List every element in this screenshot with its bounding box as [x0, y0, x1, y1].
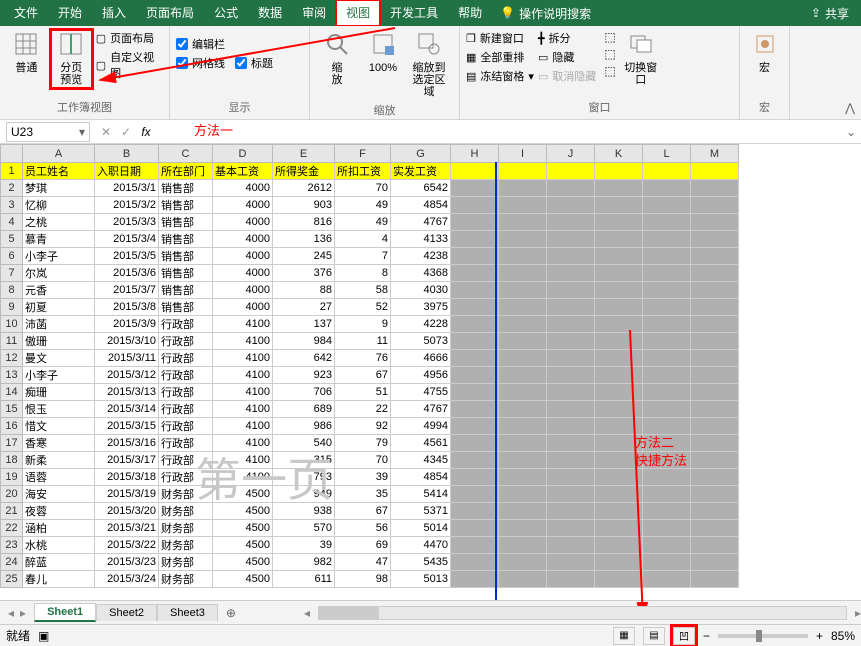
- hide-icon: ▭: [538, 51, 548, 64]
- custom-views-icon: ▢: [96, 59, 106, 72]
- horizontal-scrollbar[interactable]: [318, 606, 847, 620]
- share-button[interactable]: ⇪ 共享: [803, 5, 857, 22]
- tab-data[interactable]: 数据: [248, 0, 292, 26]
- switch-windows-icon: [627, 32, 655, 60]
- share-icon: ⇪: [811, 6, 821, 20]
- arrange-all-button[interactable]: ▦全部重排: [466, 49, 534, 65]
- zoom-selection-button[interactable]: 缩放到 选定区域: [408, 30, 450, 100]
- zoom-label: 缩 放: [332, 62, 343, 86]
- sheet-tab-bar: ◂ ▸ Sheet1 Sheet2 Sheet3 ⊕ ◂ ▸: [0, 600, 861, 624]
- unhide-button: ▭取消隐藏: [538, 68, 596, 84]
- ribbon: 普通 分页 预览 ▢页面布局 ▢自定义视图 工作簿视图 编辑栏 网格线 标题: [0, 26, 861, 120]
- annotation-method2: 方法二 快捷方法: [635, 434, 687, 470]
- hide-button[interactable]: ▭隐藏: [538, 49, 596, 65]
- zoom-100-button[interactable]: 100%: [362, 30, 404, 76]
- group-label-window: 窗口: [466, 99, 733, 115]
- arrange-icon: ▦: [466, 51, 476, 64]
- status-bar: 就绪 ▣ ▦ ▤ 凹 − + 85%: [0, 624, 861, 646]
- sheet-tab-1[interactable]: Sheet1: [34, 603, 96, 622]
- name-box[interactable]: U23 ▾: [6, 122, 90, 142]
- expand-formula-bar-icon[interactable]: ⌄: [841, 125, 861, 139]
- page-break-preview-button[interactable]: 分页 预览: [51, 30, 92, 88]
- share-label: 共享: [825, 5, 849, 22]
- compare-icon[interactable]: ⬚: [604, 30, 615, 44]
- zoom-in-button[interactable]: +: [816, 629, 823, 643]
- new-window-button[interactable]: ❐新建窗口: [466, 30, 534, 46]
- page-layout-button[interactable]: ▢页面布局: [96, 30, 163, 46]
- fx-button[interactable]: fx: [136, 125, 156, 139]
- split-button[interactable]: ╋拆分: [538, 30, 596, 46]
- scroll-right-icon[interactable]: ▸: [855, 606, 861, 620]
- sync-scroll-icon[interactable]: ⬚: [604, 47, 615, 61]
- zoom-out-button[interactable]: −: [703, 629, 710, 643]
- page-break-icon: [57, 32, 85, 60]
- formula-bar: U23 ▾ ✕ ✓ fx ⌄: [0, 120, 861, 144]
- normal-view-button[interactable]: 普通: [6, 30, 47, 76]
- hundred-icon: [369, 32, 397, 60]
- tab-developer[interactable]: 开发工具: [380, 0, 448, 26]
- tab-page-layout[interactable]: 页面布局: [136, 0, 204, 26]
- chevron-down-icon[interactable]: ▾: [79, 125, 85, 139]
- lightbulb-icon: 💡: [500, 6, 515, 20]
- magnifier-icon: [323, 32, 351, 60]
- group-label-macros: 宏: [746, 99, 783, 115]
- page-break-line[interactable]: [495, 162, 497, 600]
- enter-formula-button[interactable]: ✓: [116, 125, 136, 139]
- sheet-tab-3[interactable]: Sheet3: [157, 604, 218, 621]
- zoom-selection-label: 缩放到 选定区域: [410, 62, 448, 98]
- macros-button[interactable]: 宏: [746, 30, 783, 76]
- name-box-value: U23: [11, 125, 33, 139]
- sheet-tab-2[interactable]: Sheet2: [96, 604, 157, 621]
- group-label-show: 显示: [176, 99, 303, 115]
- freeze-icon: ▤: [466, 70, 476, 83]
- zoom-selection-icon: [415, 32, 443, 60]
- tab-help[interactable]: 帮助: [448, 0, 492, 26]
- tab-file[interactable]: 文件: [4, 0, 48, 26]
- zoom-slider[interactable]: [718, 634, 808, 638]
- switch-windows-button[interactable]: 切换窗口: [620, 30, 662, 88]
- annotation-method1: 方法一: [194, 120, 233, 139]
- freeze-panes-button[interactable]: ▤冻结窗格 ▾: [466, 68, 534, 84]
- view-page-layout-button[interactable]: ▤: [643, 627, 665, 645]
- switch-windows-label: 切换窗口: [622, 62, 660, 86]
- tab-view[interactable]: 视图: [336, 0, 380, 26]
- tab-insert[interactable]: 插入: [92, 0, 136, 26]
- zoom-button[interactable]: 缩 放: [316, 30, 358, 88]
- sheet-nav-next[interactable]: ▸: [20, 606, 26, 620]
- formula-bar-checkbox[interactable]: 编辑栏: [176, 36, 273, 52]
- tell-me[interactable]: 💡 操作说明搜索: [492, 5, 599, 22]
- scroll-left-icon[interactable]: ◂: [304, 606, 310, 620]
- macro-record-icon[interactable]: ▣: [38, 629, 49, 643]
- tab-home[interactable]: 开始: [48, 0, 92, 26]
- grid-icon: [12, 32, 40, 60]
- reset-window-icon[interactable]: ⬚: [604, 64, 615, 78]
- menu-bar: 文件 开始 插入 页面布局 公式 数据 审阅 视图 开发工具 帮助 💡 操作说明…: [0, 0, 861, 26]
- group-label-zoom: 缩放: [316, 102, 453, 118]
- tab-review[interactable]: 审阅: [292, 0, 336, 26]
- spreadsheet-grid[interactable]: ABCDEFGHIJKLM1员工姓名入职日期所在部门基本工资所得奖金所扣工资实发…: [0, 144, 861, 600]
- add-sheet-button[interactable]: ⊕: [218, 606, 244, 620]
- view-normal-button[interactable]: ▦: [613, 627, 635, 645]
- headings-checkbox[interactable]: 标题: [235, 55, 273, 71]
- tell-me-label: 操作说明搜索: [519, 5, 591, 22]
- split-icon: ╋: [538, 32, 545, 45]
- sheet-nav-prev[interactable]: ◂: [8, 606, 14, 620]
- tab-formulas[interactable]: 公式: [204, 0, 248, 26]
- zoom-level[interactable]: 85%: [831, 629, 855, 643]
- zoom-100-label: 100%: [369, 62, 397, 74]
- normal-view-label: 普通: [15, 62, 37, 74]
- custom-views-button[interactable]: ▢自定义视图: [96, 49, 163, 81]
- collapse-ribbon-icon[interactable]: ⋀: [845, 101, 855, 115]
- page-break-label: 分页 预览: [60, 62, 82, 86]
- macros-icon: [751, 32, 779, 60]
- macros-label: 宏: [759, 62, 770, 74]
- status-ready: 就绪: [6, 627, 30, 644]
- cancel-formula-button[interactable]: ✕: [96, 125, 116, 139]
- group-label-views: 工作簿视图: [6, 99, 163, 115]
- gridlines-checkbox[interactable]: 网格线: [176, 55, 225, 71]
- unhide-icon: ▭: [538, 70, 548, 83]
- page-layout-icon: ▢: [96, 32, 106, 45]
- view-page-break-button[interactable]: 凹: [673, 627, 695, 645]
- new-window-icon: ❐: [466, 32, 476, 45]
